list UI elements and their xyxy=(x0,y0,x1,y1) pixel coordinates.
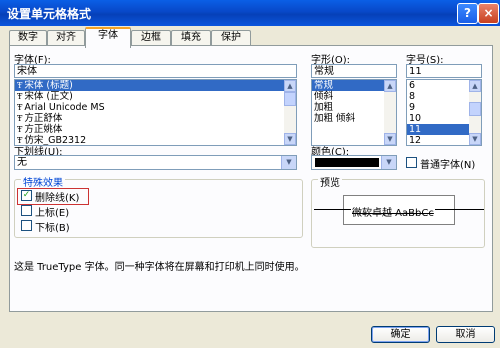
truetype-icon: Ŧ xyxy=(17,103,23,112)
close-button[interactable]: × xyxy=(478,3,499,24)
scroll-up-icon[interactable]: ▲ xyxy=(284,80,296,92)
font-list-item[interactable]: Ŧ 方正舒体 xyxy=(15,113,296,124)
title-bar: 设置单元格格式 ? × xyxy=(0,0,500,26)
style-list-scrollbar[interactable]: ▲ ▼ xyxy=(384,80,396,145)
font-list[interactable]: Ŧ 宋体 (标题) Ŧ 宋体 (正文) Ŧ Arial Unicode MS Ŧ 方正舒… xyxy=(14,79,297,146)
tab-font[interactable]: 字体 xyxy=(85,27,131,48)
help-button[interactable]: ? xyxy=(457,3,478,24)
style-list[interactable]: 常规 倾斜 加粗 加粗 倾斜 ▲ ▼ xyxy=(311,79,397,146)
chevron-down-icon[interactable]: ▼ xyxy=(281,156,296,169)
scroll-down-icon[interactable]: ▼ xyxy=(384,133,396,145)
preview-group: 预览 微软卓越 AaBbCc xyxy=(311,174,485,248)
font-list-item[interactable]: Ŧ 宋体 (正文) xyxy=(15,91,296,102)
underline-select[interactable]: 无 ▼ xyxy=(14,155,297,170)
truetype-icon: Ŧ xyxy=(17,92,23,101)
effects-group-title: 特殊效果 xyxy=(21,174,65,189)
strikethrough-checkbox[interactable]: ✓ xyxy=(21,190,32,201)
preview-box: 微软卓越 AaBbCc xyxy=(314,195,484,225)
truetype-icon: Ŧ xyxy=(17,114,23,123)
info-text: 这是 TrueType 字体。同一种字体将在屏幕和打印机上同时使用。 xyxy=(14,262,305,273)
tab-number[interactable]: 数字 xyxy=(9,30,47,46)
chevron-down-icon[interactable]: ▼ xyxy=(381,156,396,169)
scroll-up-icon[interactable]: ▲ xyxy=(469,80,481,92)
scroll-thumb[interactable] xyxy=(469,102,481,116)
color-swatch xyxy=(315,158,379,167)
scroll-up-icon[interactable]: ▲ xyxy=(384,80,396,92)
ok-button[interactable]: 确定 xyxy=(371,326,430,343)
tab-fill[interactable]: 填充 xyxy=(171,30,211,46)
preview-group-title: 预览 xyxy=(318,174,342,189)
tab-protection[interactable]: 保护 xyxy=(211,30,251,46)
superscript-label: 上标(E) xyxy=(35,208,70,219)
underline-value: 无 xyxy=(17,157,27,168)
font-list-item[interactable]: Ŧ 宋体 (标题) xyxy=(15,80,296,91)
size-input[interactable]: 11 xyxy=(406,64,482,78)
strikethrough-label: 删除线(K) xyxy=(35,193,80,204)
scroll-down-icon[interactable]: ▼ xyxy=(469,133,481,145)
size-list-scrollbar[interactable]: ▲ ▼ xyxy=(469,80,481,145)
preview-sample: 微软卓越 AaBbCc xyxy=(351,204,435,219)
size-list[interactable]: 6 8 9 10 11 12 ▲ ▼ xyxy=(406,79,482,146)
font-tab-panel: 字体(F): 宋体 Ŧ 宋体 (标题) Ŧ 宋体 (正文) Ŧ Arial Unico… xyxy=(9,45,493,312)
font-name-input[interactable]: 宋体 xyxy=(14,64,297,78)
truetype-icon: Ŧ xyxy=(17,125,23,134)
effects-group: 特殊效果 ✓ 删除线(K) 上标(E) 下标(B) xyxy=(14,174,303,238)
tab-border[interactable]: 边框 xyxy=(131,30,171,46)
window-title: 设置单元格格式 xyxy=(7,7,92,21)
normal-font-label: 普通字体(N) xyxy=(420,160,476,171)
font-list-item[interactable]: Ŧ 方正姚体 xyxy=(15,124,296,135)
color-select[interactable]: ▼ xyxy=(311,155,397,170)
subscript-label: 下标(B) xyxy=(35,223,70,234)
scroll-down-icon[interactable]: ▼ xyxy=(284,133,296,145)
font-list-item[interactable]: Ŧ Arial Unicode MS xyxy=(15,102,296,113)
style-input[interactable]: 常规 xyxy=(311,64,397,78)
normal-font-checkbox[interactable] xyxy=(406,157,417,168)
scroll-thumb[interactable] xyxy=(284,92,296,106)
subscript-checkbox[interactable] xyxy=(21,220,32,231)
tab-alignment[interactable]: 对齐 xyxy=(47,30,85,46)
superscript-checkbox[interactable] xyxy=(21,205,32,216)
truetype-icon: Ŧ xyxy=(17,81,23,90)
font-list-scrollbar[interactable]: ▲ ▼ xyxy=(284,80,296,145)
cancel-button[interactable]: 取消 xyxy=(436,326,495,343)
